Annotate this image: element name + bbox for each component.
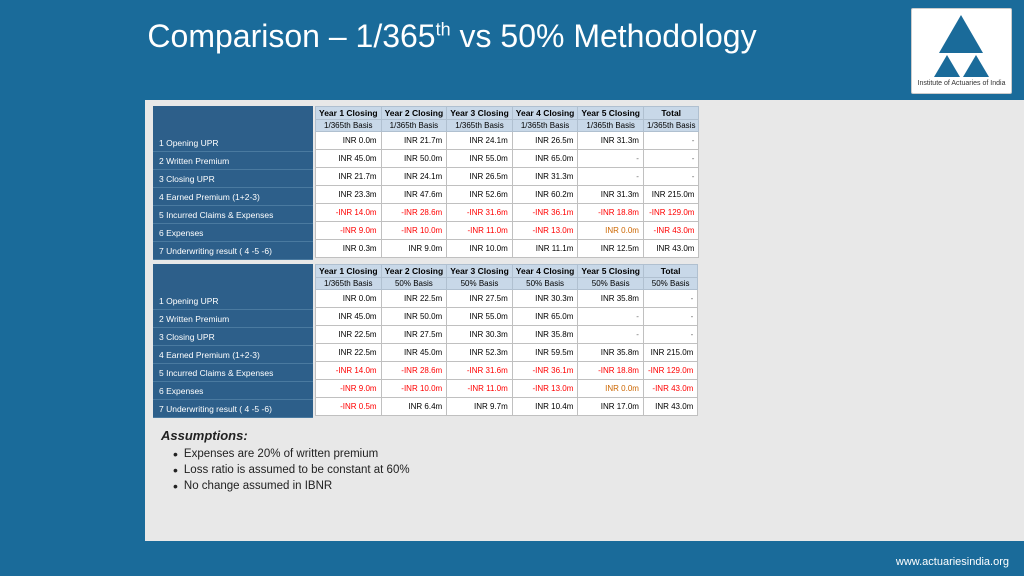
t1-col3-sub: 1/365th Basis: [447, 120, 513, 132]
table-row: INR 45.0m INR 50.0m INR 55.0m INR 65.0m …: [316, 150, 699, 168]
label-3: 3 Closing UPR: [153, 170, 313, 188]
t1-col5-top: Year 5 Closing: [578, 107, 644, 120]
bullet-3: •: [173, 479, 178, 493]
org-name: Institute of Actuaries of India: [918, 80, 1006, 87]
logo: Institute of Actuaries of India: [909, 8, 1014, 93]
t1-col1-top: Year 1 Closing: [316, 107, 382, 120]
label2-2: 2 Written Premium: [153, 310, 313, 328]
table1-data: Year 1 Closing Year 2 Closing Year 3 Clo…: [315, 106, 699, 258]
bullet-2: •: [173, 463, 178, 477]
t2-col1-top: Year 1 Closing: [316, 265, 382, 278]
label2-6: 6 Expenses: [153, 382, 313, 400]
t1-col6-sub: 1/365th Basis: [643, 120, 698, 132]
t2-col4-top: Year 4 Closing: [512, 265, 578, 278]
t1-col5-sub: 1/365th Basis: [578, 120, 644, 132]
table2-row-labels: 1 Opening UPR 2 Written Premium 3 Closin…: [153, 264, 313, 418]
label-4: 4 Earned Premium (1+2-3): [153, 188, 313, 206]
assumption-2: • Loss ratio is assumed to be constant a…: [173, 463, 1008, 477]
table-row: INR 22.5m INR 45.0m INR 52.3m INR 59.5m …: [316, 344, 698, 362]
table-row: INR 23.3m INR 47.6m INR 52.6m INR 60.2m …: [316, 186, 699, 204]
label2-3: 3 Closing UPR: [153, 328, 313, 346]
bullet-1: •: [173, 447, 178, 461]
assumption-1: • Expenses are 20% of written premium: [173, 447, 1008, 461]
assumption-3: • No change assumed in IBNR: [173, 479, 1008, 493]
t1-col2-top: Year 2 Closing: [381, 107, 447, 120]
website-url: www.actuariesindia.org: [896, 556, 1009, 568]
t2-col5-top: Year 5 Closing: [578, 265, 644, 278]
label-2: 2 Written Premium: [153, 152, 313, 170]
table-row: INR 0.3m INR 9.0m INR 10.0m INR 11.1m IN…: [316, 240, 699, 258]
t2-col6-sub: 50% Basis: [643, 278, 697, 290]
table-row: -INR 9.0m -INR 10.0m -INR 11.0m -INR 13.…: [316, 222, 699, 240]
t1-col4-top: Year 4 Closing: [512, 107, 578, 120]
label2-4: 4 Earned Premium (1+2-3): [153, 346, 313, 364]
table-row: -INR 14.0m -INR 28.6m -INR 31.6m -INR 36…: [316, 362, 698, 380]
t1-col6-top: Total: [643, 107, 698, 120]
table-row: INR 0.0m INR 21.7m INR 24.1m INR 26.5m I…: [316, 132, 699, 150]
table-row: -INR 0.5m INR 6.4m INR 9.7m INR 10.4m IN…: [316, 398, 698, 416]
t2-col3-top: Year 3 Closing: [447, 265, 513, 278]
t1-col3-top: Year 3 Closing: [447, 107, 513, 120]
label-5: 5 Incurred Claims & Expenses: [153, 206, 313, 224]
label2-1: 1 Opening UPR: [153, 292, 313, 310]
tables-container: 1 Opening UPR 2 Written Premium 3 Closin…: [153, 106, 1016, 418]
table-row: -INR 14.0m -INR 28.6m -INR 31.6m -INR 36…: [316, 204, 699, 222]
table-row: INR 21.7m INR 24.1m INR 26.5m INR 31.3m …: [316, 168, 699, 186]
table2-data: Year 1 Closing Year 2 Closing Year 3 Clo…: [315, 264, 698, 416]
t2-col6-top: Total: [643, 265, 697, 278]
t1-col4-sub: 1/365th Basis: [512, 120, 578, 132]
table-row: INR 45.0m INR 50.0m INR 55.0m INR 65.0m …: [316, 308, 698, 326]
table1-row-labels: 1 Opening UPR 2 Written Premium 3 Closin…: [153, 106, 313, 260]
t2-col3-sub: 50% Basis: [447, 278, 513, 290]
t2-col2-sub: 50% Basis: [381, 278, 447, 290]
t2-col1-sub: 1/365th Basis: [316, 278, 382, 290]
label2-7: 7 Underwriting result ( 4 -5 -6): [153, 400, 313, 418]
t2-col5-sub: 50% Basis: [578, 278, 644, 290]
table-row: -INR 9.0m -INR 10.0m -INR 11.0m -INR 13.…: [316, 380, 698, 398]
assumptions-section: Assumptions: • Expenses are 20% of writt…: [153, 424, 1016, 499]
assumptions-title: Assumptions:: [161, 428, 1008, 443]
table-row: INR 22.5m INR 27.5m INR 30.3m INR 35.8m …: [316, 326, 698, 344]
label-1: 1 Opening UPR: [153, 134, 313, 152]
label2-5: 5 Incurred Claims & Expenses: [153, 364, 313, 382]
content-area: 1 Opening UPR 2 Written Premium 3 Closin…: [145, 100, 1024, 541]
label-6: 6 Expenses: [153, 224, 313, 242]
table-row: INR 0.0m INR 22.5m INR 27.5m INR 30.3m I…: [316, 290, 698, 308]
page-title: Comparison – 1/365th vs 50% Methodology: [0, 18, 904, 55]
table2-section: 1 Opening UPR 2 Written Premium 3 Closin…: [153, 264, 1016, 418]
t2-col4-sub: 50% Basis: [512, 278, 578, 290]
t1-col1-sub: 1/365th Basis: [316, 120, 382, 132]
label-7: 7 Underwriting result ( 4 -5 -6): [153, 242, 313, 260]
t2-col2-top: Year 2 Closing: [381, 265, 447, 278]
table1-section: 1 Opening UPR 2 Written Premium 3 Closin…: [153, 106, 1016, 260]
t1-col2-sub: 1/365th Basis: [381, 120, 447, 132]
